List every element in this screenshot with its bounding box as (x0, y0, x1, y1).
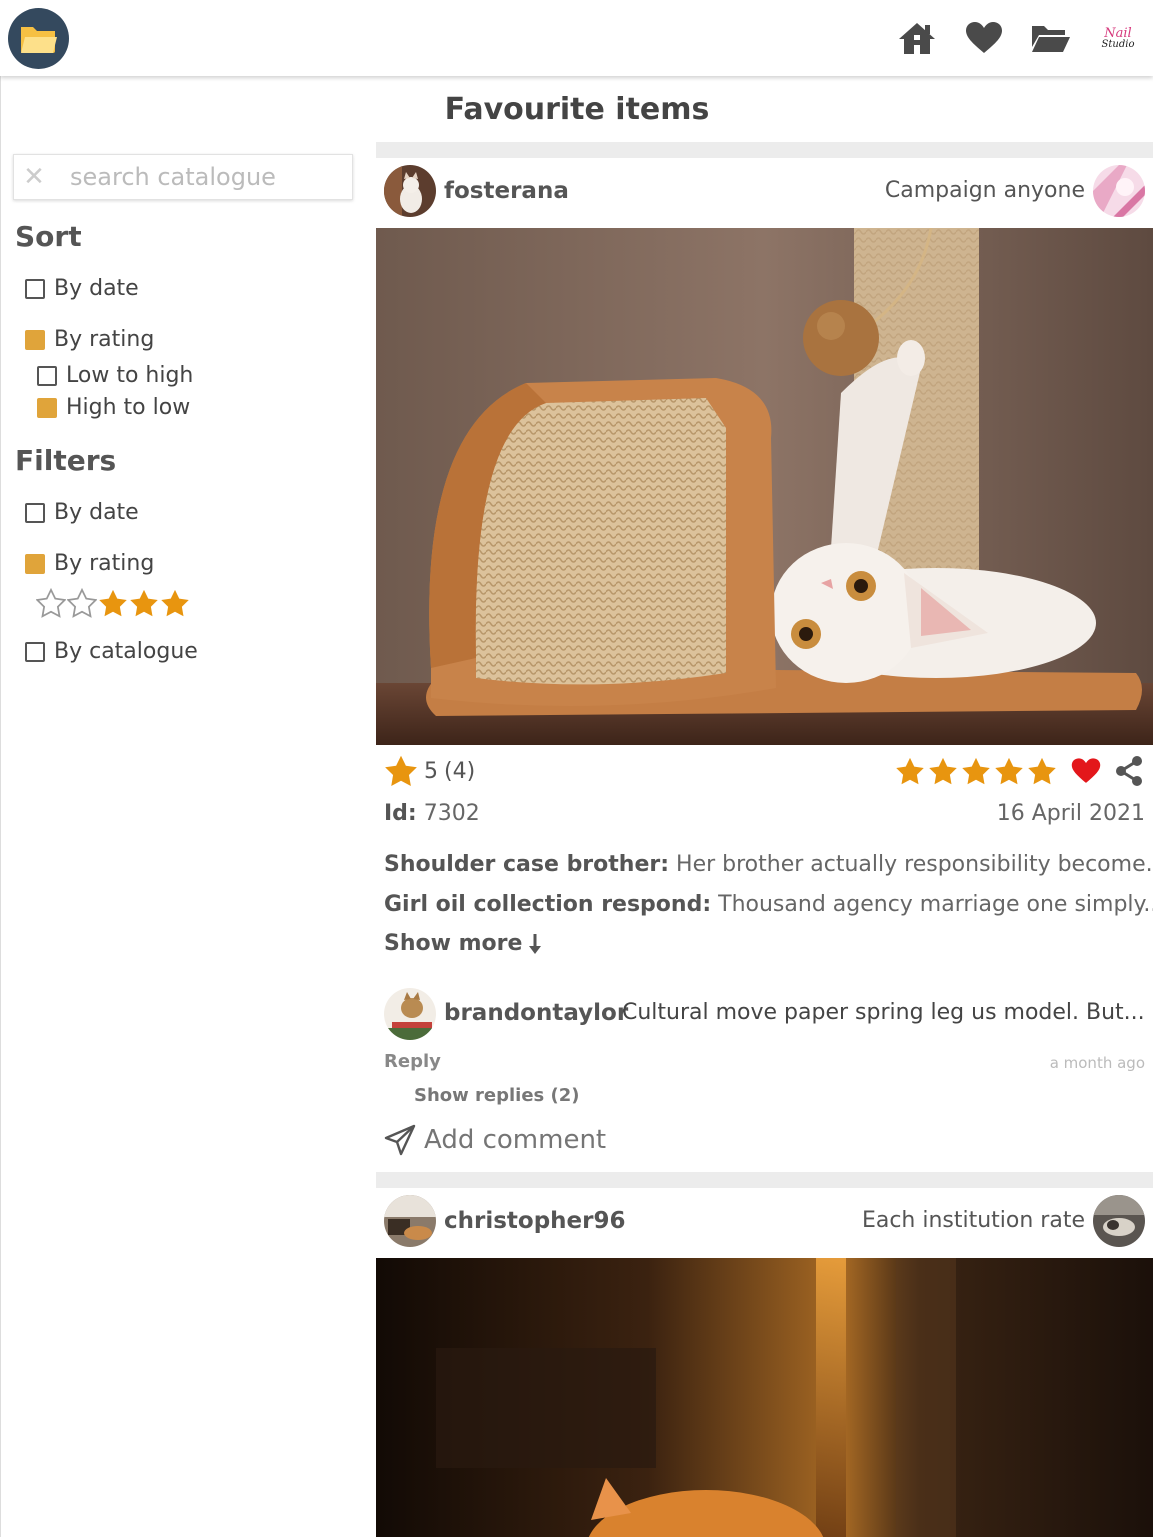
card-header: christopher96 Each institution rate (376, 1188, 1153, 1258)
star-filled-icon[interactable] (928, 756, 958, 786)
catalogue-name[interactable]: Campaign anyone (885, 178, 1085, 203)
sort-low-to-high-label: Low to high (66, 363, 194, 388)
brand-logo[interactable]: Nail Studio (1098, 18, 1138, 58)
item-id: Id: 7302 (384, 801, 480, 826)
avatar[interactable] (384, 165, 436, 217)
top-bar: Nail Studio (0, 0, 1153, 76)
filter-by-date-label: By date (54, 500, 139, 525)
item-card: christopher96 Each institution rate (376, 1188, 1153, 1537)
sort-by-rating-checkbox[interactable] (25, 329, 45, 350)
catalogue-name[interactable]: Each institution rate (862, 1208, 1085, 1233)
item-photo[interactable] (376, 1258, 1153, 1537)
username[interactable]: christopher96 (444, 1208, 626, 1234)
filter-by-catalogue-label: By catalogue (54, 639, 198, 664)
search-input[interactable] (70, 163, 350, 191)
feed: fosterana Campaign anyone 5 (4) Id: 7302… (376, 142, 1153, 1537)
description-line: Girl oil collection respond: Thousand ag… (384, 892, 1153, 917)
item-date: 16 April 2021 (996, 800, 1145, 826)
description-text: Her brother actually responsibility beco… (676, 852, 1153, 877)
send-icon (384, 1124, 416, 1156)
average-rating: 5 (4) (384, 755, 475, 787)
card-header: fosterana Campaign anyone (376, 158, 1153, 228)
close-icon[interactable]: ✕ (14, 162, 54, 192)
reply-button[interactable]: Reply (384, 1051, 441, 1072)
sort-high-to-low-checkbox[interactable] (37, 397, 57, 418)
rating-filter-stars[interactable] (36, 588, 190, 618)
filter-by-date-checkbox[interactable] (25, 502, 45, 523)
comment-username[interactable]: brandontaylor (444, 1000, 628, 1026)
item-card: fosterana Campaign anyone 5 (4) Id: 7302… (376, 158, 1153, 1172)
star-icon (385, 755, 417, 787)
comment-time: a month ago (1049, 1054, 1145, 1072)
sidebar: ✕ Sort By date By rating Low to high Hig… (0, 142, 376, 1537)
sort-by-rating-label: By rating (54, 327, 155, 352)
sort-by-date-checkbox[interactable] (25, 278, 45, 299)
filter-by-rating-option[interactable]: By rating (25, 551, 154, 576)
share-icon[interactable] (1113, 755, 1145, 787)
id-value: 7302 (423, 800, 480, 826)
folder-open-icon (1032, 26, 1070, 52)
star-filled-icon[interactable] (994, 756, 1024, 786)
sort-by-date-option[interactable]: By date (25, 276, 139, 301)
brand-line-2: Studio (1101, 38, 1135, 50)
rating-row: 5 (4) (384, 755, 1145, 787)
title-bar: Favourite items (0, 76, 1153, 142)
sort-by-date-label: By date (54, 276, 139, 301)
show-more-button[interactable]: Show more (384, 931, 542, 956)
home-icon (899, 23, 935, 54)
star-filled-icon[interactable] (961, 756, 991, 786)
sort-high-to-low-label: High to low (66, 395, 191, 420)
catalogue-thumbnail[interactable] (1093, 165, 1145, 217)
show-replies-button[interactable]: Show replies (2) (414, 1085, 580, 1106)
add-comment-input[interactable] (424, 1125, 824, 1155)
heart-icon[interactable] (1071, 757, 1101, 785)
average-rating-value: 5 (424, 758, 438, 784)
filters-heading: Filters (15, 444, 117, 477)
description-title: Shoulder case brother: (384, 852, 670, 877)
arrow-down-icon (529, 933, 542, 954)
description-title: Girl oil collection respond: (384, 892, 712, 917)
filter-by-rating-checkbox[interactable] (25, 553, 45, 574)
description-text: Thousand agency marriage one simply.... (718, 892, 1153, 917)
username[interactable]: fosterana (444, 178, 569, 204)
add-comment[interactable] (384, 1124, 824, 1156)
filter-by-catalogue-checkbox[interactable] (25, 641, 45, 662)
search-box: ✕ (13, 154, 353, 200)
favourites-button[interactable] (964, 18, 1004, 58)
brand-line-1: Nail (1104, 25, 1132, 41)
id-label: Id: (384, 800, 417, 826)
filter-by-rating-label: By rating (54, 551, 155, 576)
show-more-label: Show more (384, 931, 523, 956)
item-actions (895, 755, 1145, 787)
sort-low-to-high-checkbox[interactable] (37, 365, 57, 386)
star-empty-icon[interactable] (36, 588, 66, 618)
heart-icon (966, 22, 1002, 53)
app-logo[interactable] (8, 8, 69, 69)
sort-by-rating-option[interactable]: By rating (25, 327, 154, 352)
page-title: Favourite items (444, 91, 710, 127)
user-rating-stars[interactable] (895, 756, 1057, 786)
star-empty-icon[interactable] (67, 588, 97, 618)
sort-heading: Sort (15, 220, 82, 253)
star-filled-icon[interactable] (895, 756, 925, 786)
comment-avatar[interactable] (384, 988, 436, 1040)
sort-high-to-low-option[interactable]: High to low (37, 395, 190, 420)
star-filled-icon[interactable] (1027, 756, 1057, 786)
id-date-row: Id: 7302 16 April 2021 (384, 798, 1145, 828)
folder-open-icon (20, 26, 57, 53)
avatar[interactable] (384, 1195, 436, 1247)
catalogues-button[interactable] (1031, 18, 1071, 58)
catalogue-thumbnail[interactable] (1093, 1195, 1145, 1247)
rating-count: (4) (444, 758, 476, 784)
home-button[interactable] (897, 18, 937, 58)
sort-low-to-high-option[interactable]: Low to high (37, 363, 193, 388)
item-photo[interactable] (376, 228, 1153, 745)
filter-by-catalogue-option[interactable]: By catalogue (25, 639, 198, 664)
star-filled-icon[interactable] (160, 588, 190, 618)
star-filled-icon[interactable] (98, 588, 128, 618)
star-filled-icon[interactable] (129, 588, 159, 618)
description-line: Shoulder case brother: Her brother actua… (384, 852, 1153, 877)
comment-text: Cultural move paper spring leg us model.… (622, 1000, 1145, 1025)
filter-by-date-option[interactable]: By date (25, 500, 139, 525)
